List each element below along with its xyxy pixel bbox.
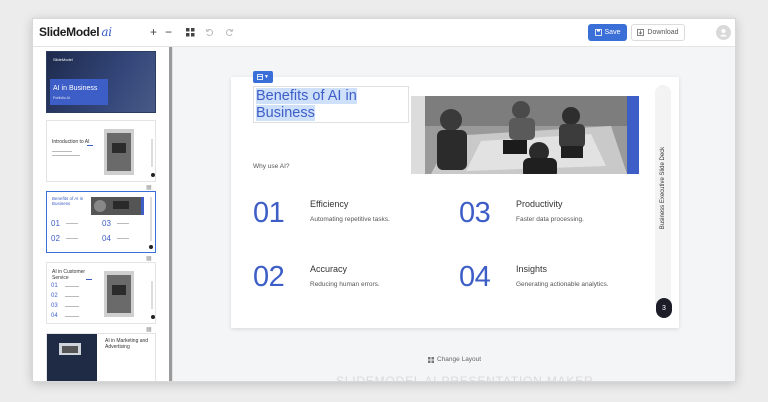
- thumbnail-text-line: [65, 316, 79, 317]
- thumbnail-kicker: SlideModel: [53, 57, 73, 62]
- thumbnail-number: 02: [51, 234, 60, 243]
- accent-bar: [627, 96, 639, 174]
- thumbnail-number: 03: [51, 303, 58, 309]
- thumbnail-text-line: [65, 306, 79, 307]
- download-button[interactable]: Download: [631, 24, 685, 41]
- layout-grid-button[interactable]: [186, 26, 195, 40]
- app-window: SlideModel ai + − Save Download SlideMod…: [32, 18, 736, 382]
- photo-illustration: [411, 96, 627, 174]
- thumbnail-text-line: [66, 238, 78, 239]
- thumbnail-text-line: [117, 223, 129, 224]
- thumbnail-subtitle: Portfolio AI: [53, 96, 70, 100]
- logo[interactable]: SlideModel ai: [39, 25, 112, 39]
- item-description-efficiency[interactable]: Automating repetitive tasks.: [310, 216, 390, 223]
- sidebar-scrollbar[interactable]: [169, 47, 172, 381]
- item-heading-productivity[interactable]: Productivity: [516, 199, 563, 209]
- save-label: Save: [604, 29, 621, 36]
- thumbnail-text-line: [65, 286, 79, 287]
- thumbnail-number: 04: [51, 313, 58, 319]
- settings-icon: [257, 74, 263, 80]
- item-number-01[interactable]: 01: [253, 197, 285, 230]
- item-number-04[interactable]: 04: [459, 261, 491, 294]
- thumbnail-text-line: [117, 238, 129, 239]
- item-number-02[interactable]: 02: [253, 261, 285, 294]
- slide-thumbnail-1[interactable]: SlideModel AI in Business Portfolio AI: [46, 51, 156, 113]
- slide-thumbnail-4[interactable]: AI in Customer Service 01 02 03 04: [46, 262, 156, 324]
- slide-thumbnail-5[interactable]: AI in Marketing and Advertising: [46, 333, 156, 381]
- item-heading-insights[interactable]: Insights: [516, 264, 547, 274]
- thumbnail-layout-icon[interactable]: ▦: [146, 255, 152, 262]
- change-layout-label: Change Layout: [437, 356, 482, 363]
- thumbnail-photo: [91, 197, 141, 215]
- redo-button[interactable]: [225, 26, 234, 40]
- thumbnail-number: 03: [102, 219, 111, 228]
- thumbnail-number: 04: [102, 234, 111, 243]
- side-label[interactable]: Business Executive Slide Deck: [660, 132, 666, 244]
- thumbnail-page-dot: [151, 173, 155, 177]
- thumbnail-side-bar: [151, 281, 153, 309]
- thumbnail-side-bar: [150, 197, 152, 241]
- thumbnail-title: AI in Business: [53, 85, 98, 92]
- item-number-03[interactable]: 03: [459, 197, 491, 230]
- item-heading-efficiency[interactable]: Efficiency: [310, 199, 348, 209]
- slide-thumbnail-3[interactable]: Benefits of AI in Business 01 03 02 04: [46, 191, 156, 253]
- thumbnail-title: Benefits of AI in Business: [52, 196, 84, 206]
- grid-icon: [186, 28, 195, 37]
- save-icon: [594, 29, 602, 36]
- thumbnail-page-dot: [149, 245, 153, 249]
- title-textbox[interactable]: Benefits of AI in Business: [253, 86, 409, 123]
- page-number-badge: 3: [656, 298, 672, 318]
- thumbnail-number: 01: [51, 283, 58, 289]
- save-button[interactable]: Save: [588, 24, 627, 41]
- undo-button[interactable]: [205, 26, 214, 40]
- thumbnail-title: Introduction to AI: [52, 139, 90, 145]
- thumbnail-text-line: [66, 223, 78, 224]
- change-layout-button[interactable]: Change Layout: [428, 356, 481, 363]
- thumbnail-accent-bar: [141, 197, 144, 215]
- element-settings-button[interactable]: ▼: [253, 71, 273, 83]
- thumbnail-layout-icon[interactable]: ▦: [146, 184, 152, 191]
- slide-subtitle[interactable]: Why use AI?: [253, 163, 290, 170]
- logo-text: SlideModel: [39, 25, 100, 39]
- side-label-panel: Business Executive Slide Deck: [655, 85, 671, 309]
- thumbnail-dark-panel: [47, 334, 97, 381]
- thumbnail-number: 02: [51, 293, 58, 299]
- slide-editor: ▼ Benefits of AI in Business Why use AI?: [174, 47, 735, 382]
- thumbnail-accent-line: [87, 145, 93, 146]
- thumbnail-text-line: [52, 155, 80, 156]
- download-label: Download: [647, 29, 679, 36]
- thumbnail-photo: [104, 129, 134, 175]
- chevron-down-icon: ▼: [264, 74, 269, 80]
- thumbnail-side-bar: [151, 139, 153, 167]
- thumbnail-layout-icon[interactable]: ▦: [146, 326, 152, 333]
- thumbnail-text-line: [65, 296, 79, 297]
- watermark-text: SLIDEMODEL AI PRESENTATION MAKER: [336, 374, 594, 382]
- download-icon: [637, 29, 645, 36]
- slide-thumbnail-2[interactable]: Introduction to AI: [46, 120, 156, 182]
- thumbnail-page-dot: [151, 315, 155, 319]
- item-heading-accuracy[interactable]: Accuracy: [310, 264, 347, 274]
- undo-icon: [205, 28, 214, 36]
- slide-title: Benefits of AI in Business: [256, 88, 357, 121]
- item-description-insights[interactable]: Generating actionable analytics.: [516, 281, 609, 288]
- thumbnail-accent-line: [86, 279, 92, 280]
- thumbnail-text-line: [52, 151, 72, 152]
- thumbnail-title: AI in Marketing and Advertising: [105, 338, 149, 350]
- redo-icon: [225, 28, 234, 36]
- top-bar: SlideModel ai + − Save Download: [33, 19, 735, 47]
- team-meeting-photo[interactable]: [411, 96, 627, 174]
- item-description-accuracy[interactable]: Reducing human errors.: [310, 281, 380, 288]
- logo-suffix: ai: [101, 25, 112, 39]
- layout-icon: [428, 356, 434, 363]
- add-slide-button[interactable]: +: [150, 25, 157, 39]
- item-description-productivity[interactable]: Faster data processing.: [516, 216, 584, 223]
- remove-slide-button[interactable]: −: [165, 25, 172, 39]
- user-avatar[interactable]: [716, 25, 731, 40]
- thumbnail-number: 01: [51, 219, 60, 228]
- thumbnail-photo: [104, 271, 134, 317]
- slide-canvas[interactable]: ▼ Benefits of AI in Business Why use AI?: [231, 71, 679, 328]
- user-icon: [720, 29, 727, 37]
- slide-thumbnail-sidebar: SlideModel AI in Business Portfolio AI I…: [33, 47, 173, 381]
